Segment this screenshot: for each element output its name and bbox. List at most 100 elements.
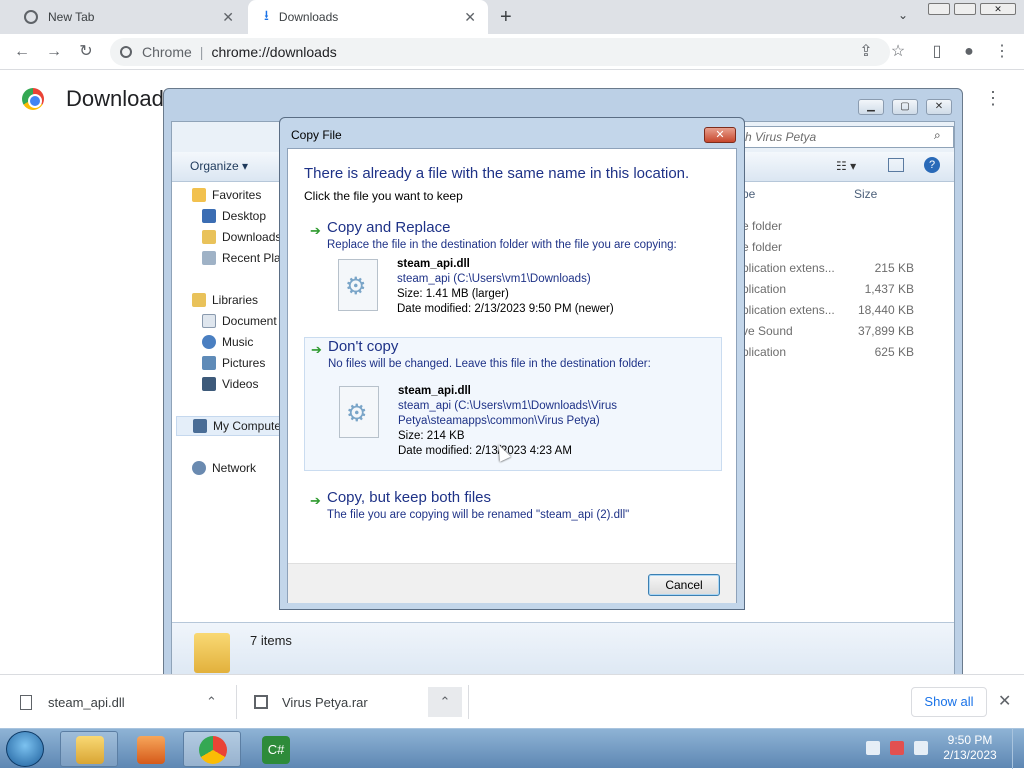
option-keep-both[interactable]: ➔ Copy, but keep both files The file you… — [304, 489, 722, 529]
cancel-button[interactable]: Cancel — [648, 574, 720, 596]
organize-button[interactable]: Organize ▾ — [190, 159, 248, 173]
clock[interactable]: 9:50 PM 2/13/2023 — [930, 733, 1010, 763]
nav-libraries[interactable]: Libraries — [192, 293, 258, 307]
taskbar-csharp[interactable]: C# — [246, 731, 302, 767]
nav-label: Document — [222, 314, 277, 328]
option-dont-copy[interactable]: ➔ Don't copy No files will be changed. L… — [304, 337, 722, 471]
page-title: Downloads — [66, 86, 175, 111]
volume-icon[interactable] — [914, 741, 928, 755]
share-icon[interactable]: ⇪ — [856, 42, 876, 62]
green-arrow-icon: ➔ — [310, 493, 321, 508]
view-options-icon[interactable]: ☷ ▾ — [836, 159, 856, 173]
action-center-icon[interactable] — [866, 741, 880, 755]
download-file-name: Virus Petya.rar — [282, 694, 368, 710]
media-player-icon — [137, 736, 165, 764]
option-title: Don't copy — [328, 338, 399, 355]
archive-icon — [254, 695, 268, 709]
explorer-minimize-icon[interactable]: ▁ — [858, 99, 884, 115]
explorer-maximize-icon[interactable]: ▢ — [892, 99, 918, 115]
nav-network[interactable]: Network — [192, 461, 256, 475]
page-menu-icon[interactable]: ⋮ — [984, 88, 1002, 109]
close-tab-icon[interactable]: ✕ — [464, 9, 476, 26]
file-name: steam_api.dll — [397, 258, 470, 270]
start-button[interactable] — [6, 731, 44, 767]
folder-icon — [202, 230, 216, 244]
clock-date: 2/13/2023 — [943, 748, 997, 762]
items-count: 7 items — [250, 633, 292, 648]
tab-search-icon[interactable]: ⌄ — [898, 8, 908, 22]
details-pane: 7 items — [172, 622, 954, 680]
file-name: steam_api.dll — [398, 385, 471, 397]
close-window-icon[interactable]: ✕ — [980, 3, 1016, 15]
file-path: steam_api (C:\Users\vm1\Downloads) — [397, 273, 591, 285]
back-icon[interactable]: ← — [12, 42, 32, 62]
help-icon[interactable]: ? — [924, 157, 940, 173]
nav-pictures[interactable]: Pictures — [202, 356, 265, 370]
star-icon — [192, 188, 206, 202]
show-desktop-button[interactable] — [1012, 729, 1024, 769]
csharp-icon: C# — [262, 736, 290, 764]
computer-icon — [193, 419, 207, 433]
explorer-search-input[interactable]: ch Virus Petya — [732, 126, 954, 148]
maximize-icon[interactable] — [954, 3, 976, 15]
chevron-up-icon[interactable]: ⌃ — [206, 694, 217, 710]
column-size[interactable]: Size — [854, 187, 877, 201]
dialog-footer: Cancel — [288, 563, 736, 603]
dialog-heading: There is already a file with the same na… — [304, 165, 690, 182]
documents-icon — [202, 314, 216, 328]
tab-label: New Tab — [48, 10, 95, 24]
file-type: plication — [742, 282, 787, 296]
nav-label: Pictures — [222, 356, 266, 370]
preview-pane-icon[interactable] — [888, 158, 904, 172]
nav-downloads[interactable]: Downloads — [202, 230, 281, 244]
url-text: chrome://downloads — [211, 44, 337, 60]
nav-label: Recent Plac — [222, 251, 287, 265]
nav-favorites[interactable]: Favorites — [192, 188, 261, 202]
download-item[interactable]: Virus Petya.rar ⌃ — [254, 675, 468, 729]
address-bar[interactable]: Chrome | chrome://downloads — [110, 38, 890, 66]
taskbar-chrome[interactable] — [183, 731, 241, 767]
nav-label: Network — [212, 461, 257, 475]
folder-icon — [194, 633, 230, 673]
bookmark-star-icon[interactable]: ☆ — [888, 42, 908, 62]
tab-new-tab[interactable]: New Tab ✕ — [8, 0, 246, 34]
clock-time: 9:50 PM — [947, 733, 993, 747]
close-tab-icon[interactable]: ✕ — [222, 9, 234, 26]
file-type: e folder — [742, 240, 783, 254]
option-description: No files will be changed. Leave this fil… — [328, 358, 651, 370]
nav-desktop[interactable]: Desktop — [202, 209, 266, 223]
chrome-tab-icon — [24, 10, 38, 24]
search-icon[interactable]: ⌕ — [934, 128, 941, 143]
site-info-icon[interactable] — [120, 46, 132, 58]
minimize-icon[interactable] — [928, 3, 950, 15]
divider — [236, 685, 237, 719]
taskbar-explorer[interactable] — [60, 731, 118, 767]
reload-icon[interactable]: ↻ — [76, 42, 96, 62]
nav-label: My Compute — [213, 419, 282, 433]
recent-places-icon — [202, 251, 216, 265]
side-panel-icon[interactable]: ▯ — [927, 42, 947, 62]
new-tab-button[interactable]: + — [500, 6, 512, 29]
nav-recent-places[interactable]: Recent Plac — [202, 251, 287, 265]
show-all-button[interactable]: Show all — [911, 687, 987, 717]
nav-label: Videos — [222, 377, 259, 391]
download-item[interactable]: steam_api.dll ⌃ — [20, 675, 236, 729]
profile-icon[interactable]: ● — [959, 42, 979, 62]
chevron-up-icon[interactable]: ⌃ — [428, 687, 462, 717]
network-warning-icon[interactable] — [890, 741, 904, 755]
menu-kebab-icon[interactable]: ⋮ — [992, 42, 1012, 62]
close-shelf-icon[interactable]: ✕ — [998, 691, 1011, 711]
forward-icon[interactable]: → — [44, 42, 64, 62]
dialog-close-button[interactable]: ✕ — [704, 127, 736, 143]
file-type: ve Sound — [742, 324, 793, 338]
nav-documents[interactable]: Document — [202, 314, 277, 328]
dialog-title: Copy File — [291, 128, 342, 142]
taskbar-media-player[interactable] — [121, 731, 177, 767]
network-icon — [192, 461, 206, 475]
nav-music[interactable]: Music — [202, 335, 253, 349]
explorer-close-icon[interactable]: ✕ — [926, 99, 952, 115]
option-copy-and-replace[interactable]: ➔ Copy and Replace Replace the file in t… — [304, 219, 722, 349]
tab-downloads[interactable]: ⭳ Downloads ✕ — [248, 0, 488, 34]
file-type: plication extens... — [742, 261, 835, 275]
nav-videos[interactable]: Videos — [202, 377, 258, 391]
